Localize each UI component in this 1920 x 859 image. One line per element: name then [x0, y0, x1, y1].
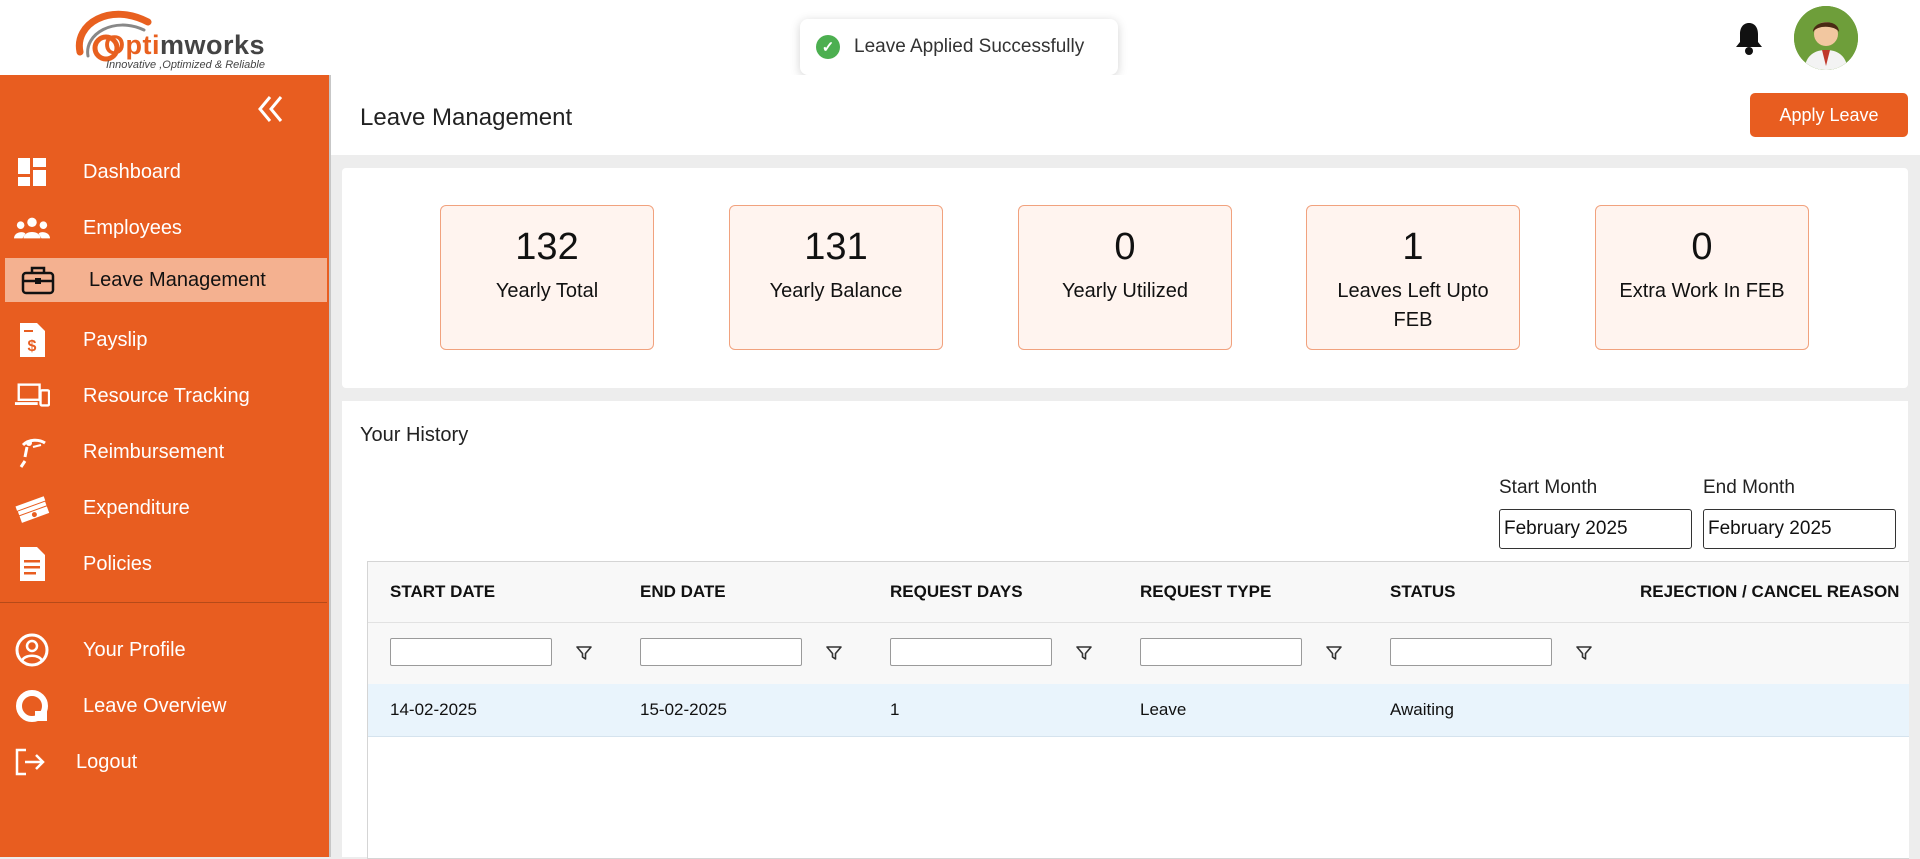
sidebar-item-label: Resource Tracking [83, 384, 250, 407]
sidebar-item-label: Logout [76, 750, 138, 773]
filter-icon[interactable] [575, 644, 593, 662]
stat-value: 1 [1402, 226, 1424, 268]
sidebar-item-your-profile[interactable]: Your Profile [0, 628, 327, 672]
stat-card-yearly-total: 132 Yearly Total [440, 205, 654, 350]
stat-value: 132 [515, 226, 579, 268]
filter-icon[interactable] [825, 644, 843, 662]
stat-value: 0 [1691, 226, 1713, 268]
sidebar-item-label: Reimbursement [83, 440, 225, 463]
history-title: Your History [360, 424, 469, 446]
dashboard-icon [14, 154, 50, 190]
stat-value: 131 [804, 226, 868, 268]
cell-request-type: Leave [1140, 700, 1187, 719]
cell-request-days: 1 [890, 700, 900, 719]
sidebar-item-label: Employees [83, 216, 182, 239]
money-icon [14, 490, 50, 526]
start-month-input[interactable] [1499, 509, 1692, 549]
cell-status: Awaiting [1390, 700, 1454, 719]
sidebar-divider [0, 602, 327, 603]
filter-input-request-days[interactable] [890, 638, 1052, 666]
filter-input-end-date[interactable] [640, 638, 802, 666]
sidebar-item-leave-overview[interactable]: Leave Overview [0, 684, 327, 728]
logo-tagline: Innovative ,Optimized & Reliable [106, 59, 265, 71]
check-circle-icon: ✓ [816, 35, 840, 59]
sidebar-item-resource-tracking[interactable]: Resource Tracking [0, 374, 327, 418]
cell-start-date: 14-02-2025 [390, 700, 477, 719]
sidebar-item-dashboard[interactable]: Dashboard [0, 150, 327, 194]
overview-icon [14, 688, 50, 724]
stat-card-extra-work: 0 Extra Work In FEB [1595, 205, 1809, 350]
sidebar-item-expenditure[interactable]: Expenditure [0, 486, 327, 530]
sidebar-item-label: Dashboard [83, 160, 181, 183]
logout-icon [12, 744, 48, 780]
briefcase-icon [20, 262, 56, 298]
logo-brand-text: Optimworks [104, 30, 266, 60]
stat-label: Yearly Total [495, 280, 599, 302]
apply-leave-button[interactable]: Apply Leave [1750, 93, 1908, 137]
sidebar-item-employees[interactable]: Employees [0, 206, 327, 250]
employees-icon [14, 210, 50, 246]
notification-bell-icon[interactable] [1734, 20, 1764, 56]
stat-value: 0 [1114, 226, 1136, 268]
sidebar-item-label: Leave Overview [83, 694, 227, 717]
filter-input-status[interactable] [1390, 638, 1552, 666]
stat-card-leaves-left: 1 Leaves Left Upto FEB [1306, 205, 1520, 350]
document-icon [14, 546, 50, 582]
user-circle-icon [14, 632, 50, 668]
page-title: Leave Management [360, 104, 573, 131]
company-logo[interactable]: Optimworks Innovative ,Optimized & Relia… [68, 2, 284, 72]
stat-card-yearly-balance: 131 Yearly Balance [729, 205, 943, 350]
history-panel: Your History Start Month End Month START… [342, 401, 1909, 859]
collapse-sidebar-icon[interactable] [256, 93, 286, 125]
top-bar: Optimworks Innovative ,Optimized & Relia… [0, 0, 1920, 75]
filter-input-request-type[interactable] [1140, 638, 1302, 666]
payslip-icon: $ [14, 322, 50, 358]
sidebar-item-label: Your Profile [83, 638, 186, 661]
column-header-request-type[interactable]: REQUEST TYPE [1140, 582, 1271, 602]
column-header-request-days[interactable]: REQUEST DAYS [890, 582, 1023, 602]
column-header-start-date[interactable]: START DATE [390, 582, 495, 602]
cell-end-date: 15-02-2025 [640, 700, 727, 719]
table-header: START DATE END DATE REQUEST DAYS REQUEST… [368, 562, 1909, 685]
start-month-label: Start Month [1499, 477, 1598, 498]
stat-card-yearly-utilized: 0 Yearly Utilized [1018, 205, 1232, 350]
sidebar-item-label: Expenditure [83, 496, 190, 519]
page-header: Leave Management Apply Leave [331, 75, 1920, 155]
filter-icon[interactable] [1575, 644, 1593, 662]
svg-text:$: $ [28, 338, 37, 355]
column-header-rejection-reason[interactable]: REJECTION / CANCEL REASON [1640, 582, 1899, 602]
sidebar-item-label: Leave Management [89, 268, 266, 291]
devices-icon [14, 378, 50, 414]
column-header-status[interactable]: STATUS [1390, 582, 1455, 602]
table-row[interactable]: 14-02-2025 15-02-2025 1 Leave Awaiting [368, 684, 1909, 737]
filter-icon[interactable] [1075, 644, 1093, 662]
sidebar-item-payslip[interactable]: $ Payslip [0, 318, 327, 362]
sidebar: Dashboard Employees Leave Management $ P… [0, 75, 331, 857]
user-avatar[interactable] [1794, 6, 1858, 70]
sidebar-item-label: Policies [83, 552, 152, 575]
avatar-person-icon [1794, 6, 1858, 70]
stat-label: Yearly Utilized [1062, 280, 1188, 302]
success-toast: ✓ Leave Applied Successfully [800, 19, 1118, 75]
stat-label: Leaves Left Upto FEB [1337, 280, 1489, 331]
filter-input-start-date[interactable] [390, 638, 552, 666]
leave-stats-panel: 132 Yearly Total 131 Yearly Balance 0 Ye… [342, 168, 1908, 388]
sidebar-item-leave-management[interactable]: Leave Management [5, 258, 327, 302]
toast-message: Leave Applied Successfully [854, 36, 1085, 57]
history-table: START DATE END DATE REQUEST DAYS REQUEST… [367, 561, 1909, 859]
reimbursement-icon [14, 434, 50, 470]
end-month-input[interactable] [1703, 509, 1896, 549]
sidebar-item-policies[interactable]: Policies [0, 542, 327, 586]
sidebar-item-label: Payslip [83, 328, 148, 351]
stat-label: Extra Work In FEB [1619, 280, 1785, 302]
sidebar-item-logout[interactable]: Logout [0, 740, 327, 784]
column-header-end-date[interactable]: END DATE [640, 582, 726, 602]
header-separator [368, 622, 1909, 623]
end-month-label: End Month [1703, 477, 1795, 498]
stat-label: Yearly Balance [769, 280, 903, 302]
filter-icon[interactable] [1325, 644, 1343, 662]
sidebar-item-reimbursement[interactable]: Reimbursement [0, 430, 327, 474]
